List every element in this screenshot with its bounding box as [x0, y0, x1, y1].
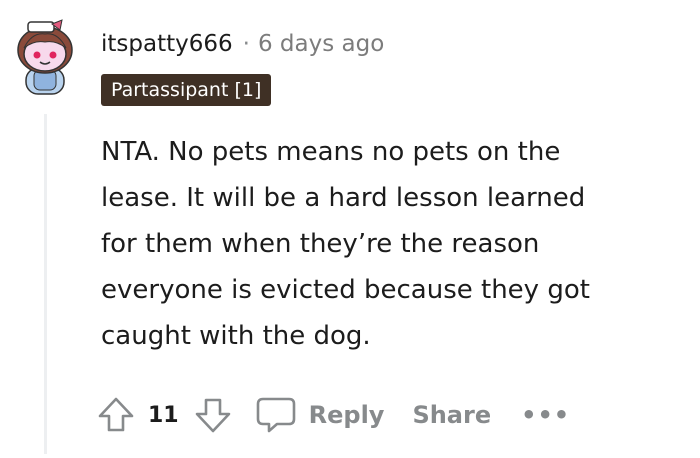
comment-meta: itspatty666 · 6 days ago: [101, 27, 384, 61]
upvote-button[interactable]: [96, 395, 136, 435]
comment-line: everyone is evicted because they got: [101, 275, 590, 305]
comment-line: lease. It will be a hard lesson learned: [101, 183, 586, 213]
username-link[interactable]: itspatty666: [101, 31, 233, 57]
share-button[interactable]: Share: [412, 401, 491, 429]
user-flair: Partassipant [1]: [101, 74, 272, 106]
comment-line: caught with the dog.: [101, 321, 371, 351]
comment-body: NTA. No pets means no pets on the lease.…: [101, 129, 691, 359]
more-options-button[interactable]: •••: [521, 401, 570, 429]
speech-bubble-icon: [256, 397, 295, 433]
meta-separator: ·: [242, 31, 250, 57]
downvote-arrow-icon: [195, 398, 230, 433]
downvote-button[interactable]: [193, 395, 233, 435]
thread-line[interactable]: [44, 114, 47, 454]
reply-button[interactable]: Reply: [255, 395, 385, 435]
comment-line: for them when they’re the reason: [101, 229, 540, 259]
user-avatar[interactable]: [12, 18, 78, 96]
comment-action-bar: 11 Reply Share •••: [96, 390, 570, 440]
upvote-arrow-icon: [98, 397, 134, 432]
comment-line: NTA. No pets means no pets on the: [101, 137, 561, 167]
vote-score: 11: [148, 402, 179, 428]
reply-label: Reply: [308, 401, 385, 429]
timestamp-link[interactable]: 6 days ago: [258, 31, 384, 57]
